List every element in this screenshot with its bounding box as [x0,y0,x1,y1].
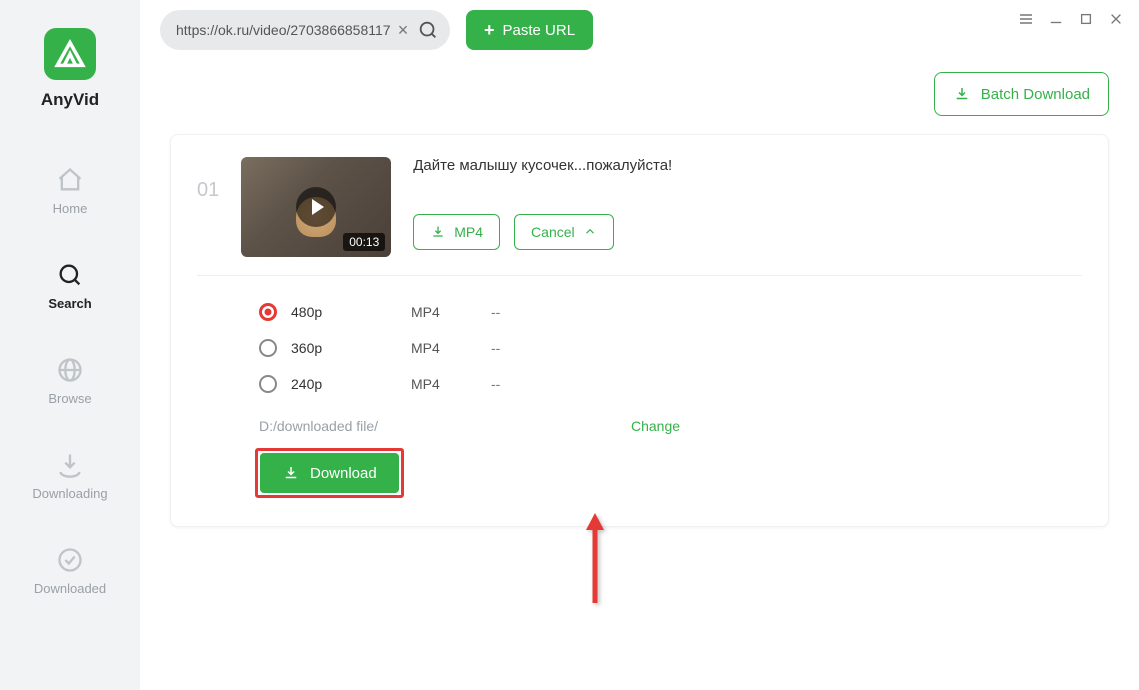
paste-url-button[interactable]: + Paste URL [466,10,593,50]
nav-home[interactable]: Home [53,165,88,216]
url-input-wrap: https://ok.ru/video/2703866858117 × [160,10,450,50]
option-size: -- [491,304,500,320]
batch-wrap: Batch Download [140,60,1139,116]
window-controls [1017,10,1125,28]
main: https://ok.ru/video/2703866858117 × + Pa… [140,0,1139,690]
batch-download-button[interactable]: Batch Download [934,72,1109,116]
option-format: MP4 [411,304,491,320]
divider [197,275,1082,276]
plus-icon: + [484,20,495,41]
globe-icon [55,355,85,385]
home-icon [55,165,85,195]
nav-search[interactable]: Search [48,260,91,311]
cancel-label: Cancel [531,224,575,240]
radio-unselected[interactable] [259,339,277,357]
nav: Home Search Browse Downloading Downloade… [0,165,140,596]
option-size: -- [491,340,500,356]
save-path: D:/downloaded file/ [259,418,631,434]
nav-label: Search [48,296,91,311]
url-input[interactable]: https://ok.ru/video/2703866858117 [176,22,392,38]
change-path-link[interactable]: Change [631,418,680,434]
annotation-arrow [580,508,610,613]
download-button[interactable]: Download [260,453,399,493]
nav-label: Downloaded [34,581,106,596]
search-button[interactable] [414,16,442,44]
nav-label: Home [53,201,88,216]
option-quality: 360p [291,340,411,356]
video-thumbnail[interactable]: 00:13 [241,157,391,257]
check-circle-icon [55,545,85,575]
menu-icon[interactable] [1017,10,1035,28]
result-index: 01 [197,157,219,202]
radio-unselected[interactable] [259,375,277,393]
play-icon [296,187,336,227]
quality-options: 480p MP4 -- 360p MP4 -- 240p MP4 -- [197,294,1082,402]
nav-browse[interactable]: Browse [48,355,91,406]
video-title: Дайте малышу кусочек...пожалуйста! [413,157,1082,174]
nav-label: Browse [48,391,91,406]
download-label: Download [310,465,377,482]
card-header: 01 00:13 Дайте малышу кусочек...пожалуйс… [197,157,1082,257]
quality-option[interactable]: 480p MP4 -- [259,294,1082,330]
sidebar: AnyVid Home Search Browse Downloading Do… [0,0,140,690]
option-size: -- [491,376,500,392]
format-label: MP4 [454,224,483,240]
result-actions: MP4 Cancel [413,214,1082,250]
result-info: Дайте малышу кусочек...пожалуйста! MP4 C… [413,157,1082,250]
download-icon [55,450,85,480]
quality-option[interactable]: 360p MP4 -- [259,330,1082,366]
topbar: https://ok.ru/video/2703866858117 × + Pa… [140,0,1139,60]
option-format: MP4 [411,340,491,356]
option-quality: 240p [291,376,411,392]
search-icon [55,260,85,290]
quality-option[interactable]: 240p MP4 -- [259,366,1082,402]
paste-label: Paste URL [503,22,576,39]
radio-selected[interactable] [259,303,277,321]
close-icon[interactable] [1107,10,1125,28]
option-format: MP4 [411,376,491,392]
duration-badge: 00:13 [343,233,385,251]
path-row: D:/downloaded file/ Change [197,418,1082,434]
nav-downloading[interactable]: Downloading [32,450,107,501]
maximize-icon[interactable] [1077,10,1095,28]
download-wrap: Download [197,448,1082,498]
app-logo [44,28,96,80]
clear-icon[interactable]: × [392,19,414,41]
format-button[interactable]: MP4 [413,214,500,250]
app-name: AnyVid [41,90,99,110]
batch-label: Batch Download [981,86,1090,103]
minimize-icon[interactable] [1047,10,1065,28]
cancel-button[interactable]: Cancel [514,214,614,250]
option-quality: 480p [291,304,411,320]
highlight-outline: Download [255,448,404,498]
result-card: 01 00:13 Дайте малышу кусочек...пожалуйс… [170,134,1109,527]
nav-downloaded[interactable]: Downloaded [34,545,106,596]
nav-label: Downloading [32,486,107,501]
